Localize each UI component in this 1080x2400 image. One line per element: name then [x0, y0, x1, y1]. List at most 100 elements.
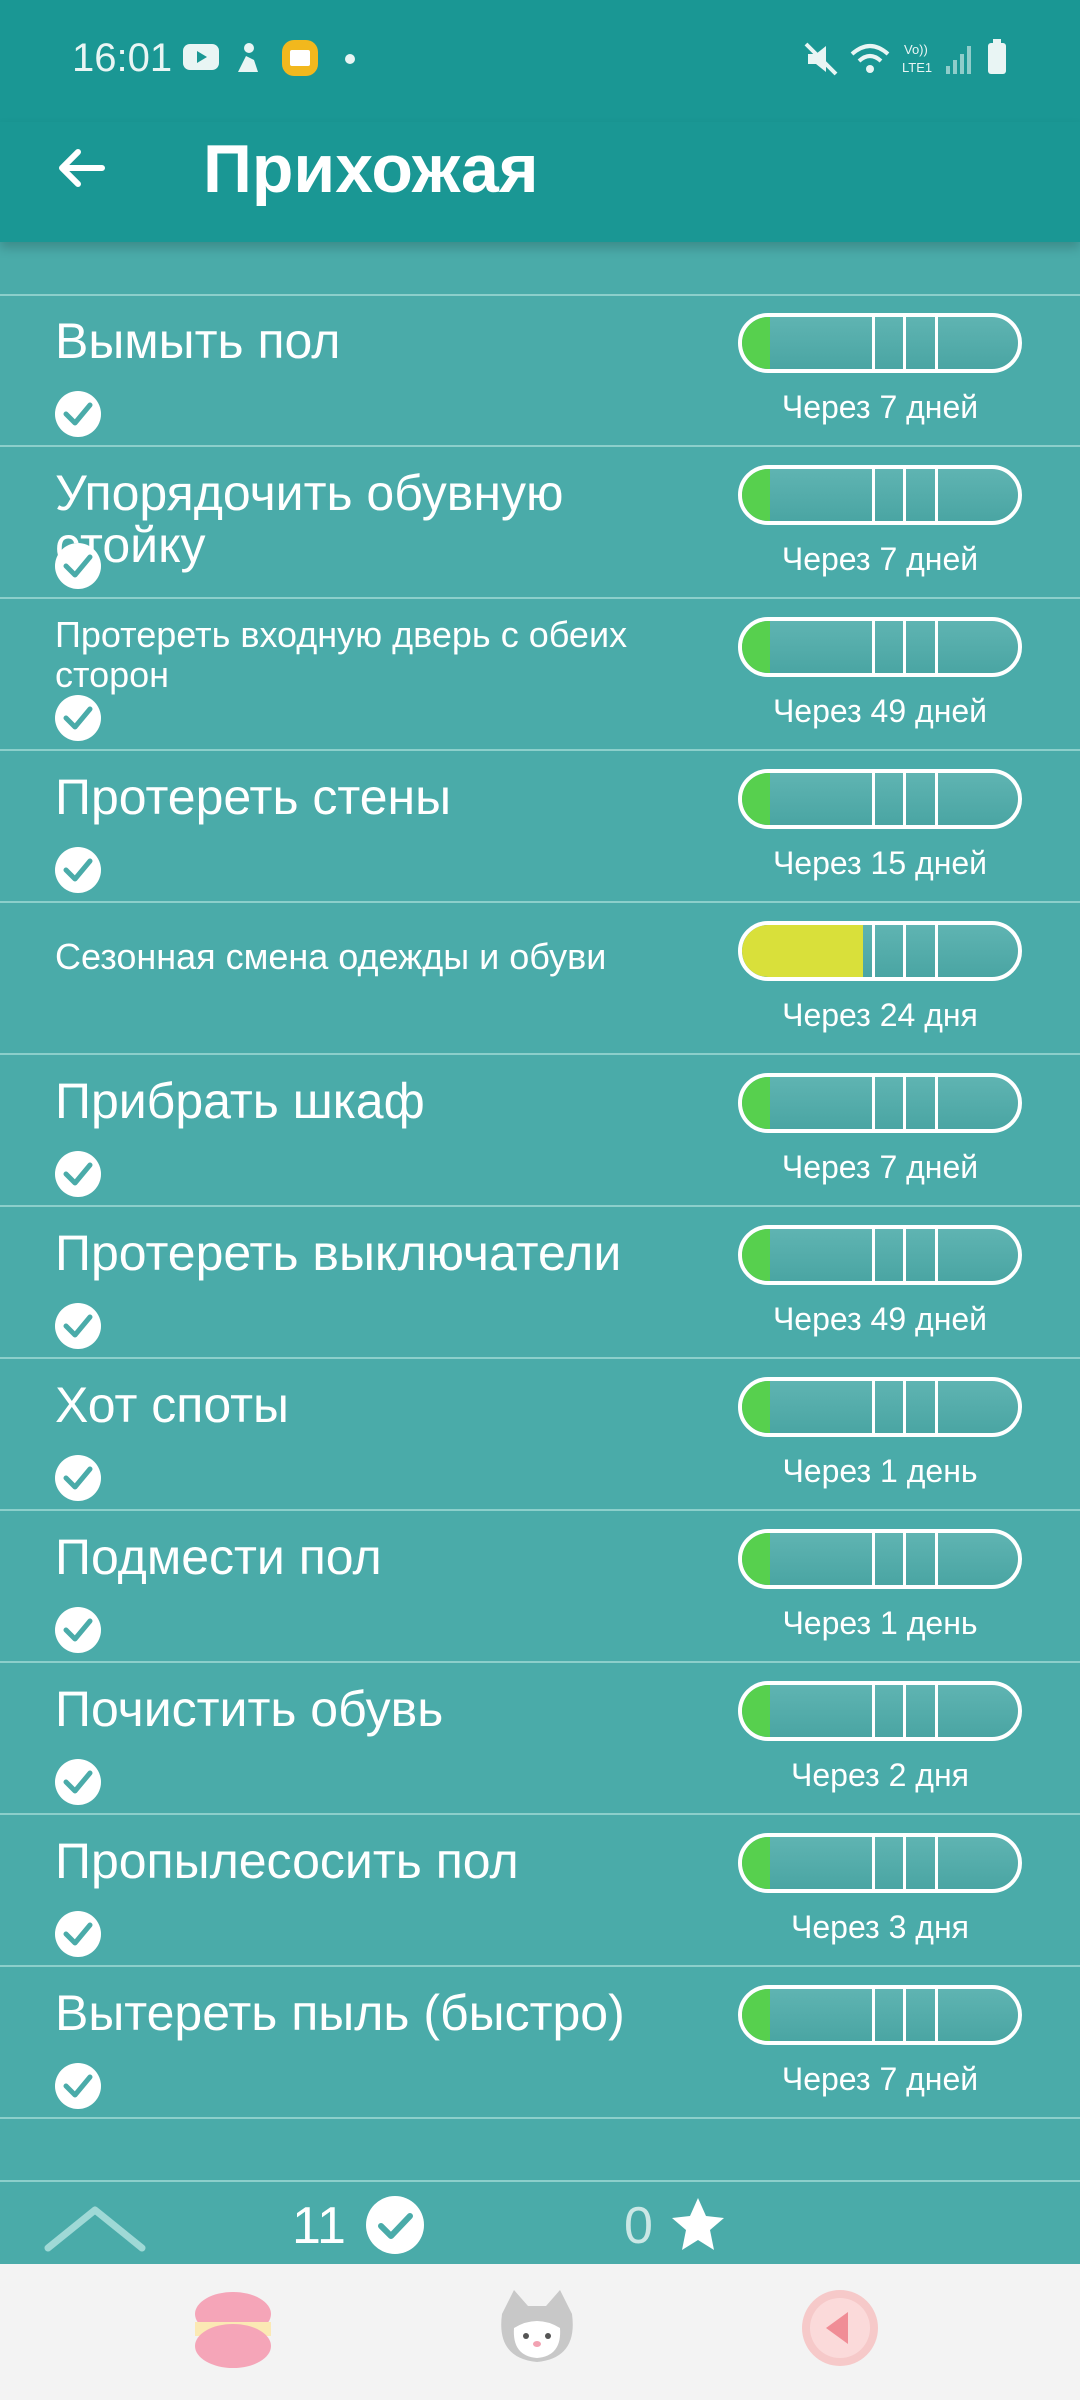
volte-lte-icon: Vo)) LTE1 — [900, 40, 946, 81]
progress-tick — [935, 1685, 938, 1737]
check-icon[interactable] — [55, 1911, 101, 1957]
task-progress-bar — [738, 921, 1022, 981]
task-row[interactable]: Протереть входную дверь с обеих сторон Че… — [0, 599, 1080, 751]
task-progress-bar — [738, 1681, 1022, 1741]
done-count: 11 — [292, 2197, 346, 2255]
task-progress-fill — [742, 317, 770, 369]
task-progress-fill — [742, 1229, 770, 1281]
task-progress-fill — [742, 773, 770, 825]
check-icon[interactable] — [55, 1303, 101, 1349]
check-icon[interactable] — [55, 391, 101, 437]
task-name: Вымыть пол — [55, 313, 341, 369]
task-row[interactable]: Протереть выключатели Через 49 дней — [0, 1207, 1080, 1359]
bottom-nav — [0, 2264, 1080, 2400]
progress-tick — [935, 773, 938, 825]
figure-icon — [232, 42, 262, 81]
youtube-icon — [182, 42, 220, 77]
task-due: Через 49 дней — [772, 693, 988, 729]
check-icon[interactable] — [55, 543, 101, 589]
task-row[interactable]: Хот споты Через 1 день — [0, 1359, 1080, 1511]
svg-text:LTE1: LTE1 — [902, 60, 932, 75]
task-row[interactable]: Вымыть пол Через 7 дней — [0, 295, 1080, 447]
task-name: Сезонная смена одежды и обуви — [55, 936, 607, 977]
progress-tick — [903, 1229, 906, 1281]
progress-tick — [872, 1989, 875, 2041]
progress-tick — [903, 773, 906, 825]
task-row[interactable]: Почистить обувь Через 2 дня — [0, 1663, 1080, 1815]
task-progress-bar — [738, 1833, 1022, 1893]
check-icon[interactable] — [55, 1151, 101, 1197]
task-progress-bar — [738, 1985, 1022, 2045]
progress-tick — [903, 1837, 906, 1889]
task-progress-bar — [738, 1225, 1022, 1285]
task-row[interactable]: Протереть стены Через 15 дней — [0, 751, 1080, 903]
check-icon[interactable] — [55, 2063, 101, 2109]
progress-tick — [935, 621, 938, 673]
task-row[interactable]: Пропылесосить пол Через 3 дня — [0, 1815, 1080, 1967]
macaron-icon[interactable] — [188, 2284, 278, 2379]
signal-icon — [944, 42, 974, 81]
progress-tick — [935, 1989, 938, 2041]
task-progress-fill — [742, 1837, 770, 1889]
app-bar: Прихожая — [0, 122, 1080, 242]
task-progress-bar — [738, 313, 1022, 373]
progress-tick — [872, 621, 875, 673]
chevron-up-icon[interactable] — [42, 2200, 148, 2261]
battery-icon — [986, 38, 1008, 81]
task-row[interactable]: Прибрать шкаф Через 7 дней — [0, 1055, 1080, 1207]
task-row[interactable]: Подмести пол Через 1 день — [0, 1511, 1080, 1663]
check-icon[interactable] — [55, 1759, 101, 1805]
task-name: Упорядочить обувную стойку — [55, 465, 564, 573]
task-row[interactable]: Упорядочить обувную стойку Через 7 дней — [0, 447, 1080, 599]
task-name: Вытереть пыль (быстро) — [55, 1985, 625, 2041]
task-due: Через 3 дня — [791, 1909, 969, 1945]
progress-tick — [872, 925, 875, 977]
star-icon — [668, 2194, 728, 2259]
task-due: Через 2 дня — [791, 1757, 969, 1793]
progress-tick — [872, 469, 875, 521]
task-progress-bar — [738, 769, 1022, 829]
mute-icon — [804, 42, 838, 81]
task-progress-fill — [742, 1077, 770, 1129]
task-progress-fill — [742, 1685, 770, 1737]
status-time: 16:01 — [72, 36, 173, 80]
progress-tick — [903, 1381, 906, 1433]
task-name: Почистить обувь — [55, 1681, 444, 1737]
progress-tick — [903, 1685, 906, 1737]
task-due: Через 1 день — [782, 1605, 978, 1641]
task-row[interactable]: Сезонная смена одежды и обуви Через 24 дн… — [0, 903, 1080, 1055]
list-top-divider — [0, 242, 1080, 296]
task-name: Пропылесосить пол — [55, 1833, 519, 1889]
task-row[interactable]: Вытереть пыль (быстро) Через 7 дней — [0, 1967, 1080, 2119]
task-progress-bar — [738, 1073, 1022, 1133]
task-due: Через 7 дней — [781, 541, 979, 577]
wifi-icon — [850, 42, 890, 81]
progress-tick — [903, 469, 906, 521]
back-play-icon[interactable] — [796, 2284, 886, 2379]
progress-tick — [935, 925, 938, 977]
progress-tick — [935, 1837, 938, 1889]
progress-tick — [903, 925, 906, 977]
check-icon[interactable] — [55, 1455, 101, 1501]
progress-tick — [872, 1533, 875, 1585]
task-progress-bar — [738, 465, 1022, 525]
progress-tick — [872, 1229, 875, 1281]
check-icon[interactable] — [55, 1607, 101, 1653]
star-count: 0 — [624, 2197, 653, 2255]
progress-tick — [935, 1533, 938, 1585]
check-icon[interactable] — [55, 695, 101, 741]
task-progress-bar — [738, 617, 1022, 677]
progress-tick — [935, 1229, 938, 1281]
task-due: Через 49 дней — [772, 1301, 988, 1337]
check-circle-icon — [364, 2194, 426, 2261]
progress-tick — [903, 1989, 906, 2041]
arrow-left-icon[interactable] — [52, 138, 112, 198]
task-due: Через 7 дней — [781, 389, 979, 425]
task-name: Подмести пол — [55, 1529, 382, 1585]
check-icon[interactable] — [55, 847, 101, 893]
cat-icon[interactable] — [492, 2284, 582, 2379]
task-progress-fill — [742, 621, 770, 673]
summary-bar: 11 0 — [0, 2180, 1080, 2266]
progress-tick — [903, 621, 906, 673]
task-progress-fill — [742, 1533, 770, 1585]
